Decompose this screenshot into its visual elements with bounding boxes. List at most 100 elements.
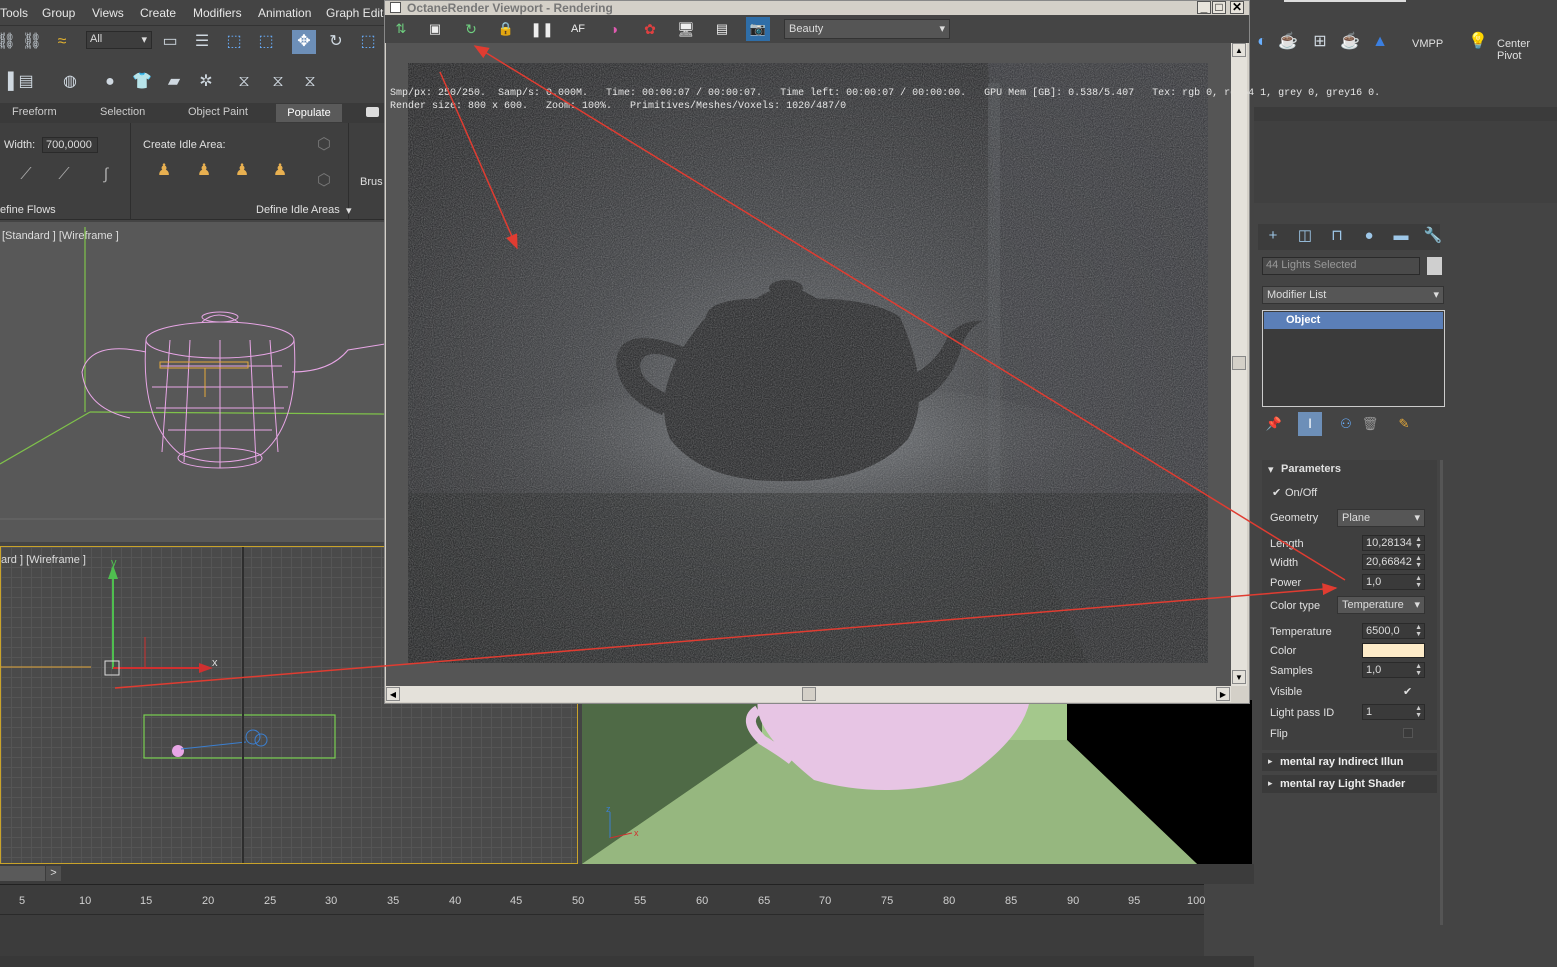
- window-titlebar[interactable]: OctaneRender Viewport - Rendering _ □ ✕: [385, 1, 1249, 15]
- close-icon[interactable]: ✕: [1230, 1, 1244, 14]
- center-pivot-label[interactable]: Center Pivot: [1497, 38, 1557, 62]
- send-scene-icon[interactable]: ⇅: [389, 17, 413, 41]
- modifier-list-dropdown[interactable]: Modifier List: [1262, 286, 1444, 304]
- width-input[interactable]: 700,0000: [42, 137, 98, 153]
- tab-object-paint[interactable]: Object Paint: [188, 106, 248, 118]
- autofocus-icon[interactable]: AF: [566, 17, 590, 41]
- clear-icon[interactable]: ▣: [423, 17, 447, 41]
- render-production-icon[interactable]: ⧖: [298, 70, 322, 94]
- panel-scrollbar[interactable]: [1440, 460, 1443, 925]
- geometry-dropdown[interactable]: Plane: [1337, 509, 1425, 527]
- menu-views[interactable]: Views: [92, 6, 124, 20]
- horizontal-scrollbar[interactable]: ◀ ▶: [386, 686, 1231, 702]
- idle-area-free-icon[interactable]: ♟: [230, 159, 254, 183]
- viewport-camera[interactable]: z x: [582, 700, 1252, 864]
- define-idle-areas-label[interactable]: Define Idle Areas: [256, 204, 340, 216]
- maximize-icon[interactable]: □: [1212, 1, 1226, 14]
- idle-area-rect-icon[interactable]: ♟: [268, 159, 292, 183]
- octane-render-window[interactable]: OctaneRender Viewport - Rendering _ □ ✕ …: [384, 0, 1380, 704]
- scroll-left-icon[interactable]: ◀: [386, 687, 400, 701]
- spinner-icon[interactable]: ▲ ▼: [1415, 624, 1422, 638]
- select-object-icon[interactable]: ▭: [158, 30, 182, 54]
- color-type-dropdown[interactable]: Temperature: [1337, 596, 1425, 614]
- show-end-result-icon[interactable]: Ⅰ: [1298, 412, 1322, 436]
- object-name-field[interactable]: 44 Lights Selected: [1262, 257, 1420, 275]
- pin-stack-icon[interactable]: 📌: [1262, 412, 1286, 436]
- tab-populate[interactable]: Populate: [276, 104, 342, 122]
- parameters-title[interactable]: Parameters: [1281, 463, 1341, 475]
- grid-icon[interactable]: ⊞: [1308, 30, 1332, 54]
- rollout-light-shader[interactable]: mental ray Light Shader: [1262, 775, 1437, 793]
- save-image-icon[interactable]: ▤: [710, 17, 734, 41]
- light-bulb-icon[interactable]: 💡: [1466, 30, 1490, 54]
- spinner-icon[interactable]: ▲ ▼: [1415, 575, 1422, 589]
- chevron-right-icon[interactable]: ▸: [1268, 778, 1273, 789]
- tab-freeform[interactable]: Freeform: [12, 106, 57, 118]
- create-tab-icon[interactable]: +: [1262, 225, 1284, 247]
- spinner-icon[interactable]: ▲ ▼: [1415, 536, 1422, 550]
- remove-modifier-icon[interactable]: 🗑: [1358, 412, 1382, 436]
- motion-tab-icon[interactable]: ●: [1358, 225, 1380, 247]
- pause-icon[interactable]: ❚❚: [530, 17, 554, 41]
- curve-flow-icon[interactable]: ∫: [94, 163, 118, 187]
- ribbon-minimize-icon[interactable]: [366, 107, 379, 117]
- material-editor-icon[interactable]: ◍: [58, 70, 82, 94]
- render-teapot-icon[interactable]: ☕: [1276, 30, 1300, 54]
- scroll-right-icon[interactable]: ▶: [1216, 687, 1230, 701]
- menu-graph-editors[interactable]: Graph Edito: [326, 6, 390, 20]
- utilities-tab-icon[interactable]: 🔧: [1422, 225, 1444, 247]
- define-flows-label[interactable]: efine Flows: [0, 204, 56, 216]
- spinner-icon[interactable]: ▲ ▼: [1415, 705, 1422, 719]
- rollout-indirect-illum[interactable]: mental ray Indirect Illun: [1262, 753, 1437, 771]
- frame-ruler[interactable]: 5 10 15 20 25 30 35 40 45 50 55 60 65 70…: [0, 895, 1205, 913]
- rotate-icon[interactable]: ↻: [324, 30, 348, 54]
- scroll-down-icon[interactable]: ▼: [1232, 670, 1246, 684]
- menu-animation[interactable]: Animation: [258, 6, 311, 20]
- menu-group[interactable]: Group: [42, 6, 75, 20]
- layer-explorer-icon[interactable]: ▤: [14, 70, 38, 94]
- shirt-icon[interactable]: 👕: [130, 70, 154, 94]
- selection-filter-dropdown[interactable]: All ▾: [86, 31, 152, 49]
- render-pass-dropdown[interactable]: Beauty: [784, 19, 950, 39]
- render-setup-icon[interactable]: ⧖: [232, 70, 256, 94]
- region-render-icon[interactable]: ✿: [638, 17, 662, 41]
- time-slider[interactable]: [0, 866, 45, 881]
- restart-icon[interactable]: ↻: [459, 17, 483, 41]
- render-viewport[interactable]: Smp/px: 250/250. Samp/s: 0.000M. Time: 0…: [386, 43, 1380, 686]
- window-crossing-icon[interactable]: ⬚: [254, 30, 278, 54]
- minimize-icon[interactable]: _: [1197, 1, 1211, 14]
- spinner-icon[interactable]: ▲ ▼: [1415, 555, 1422, 569]
- power-input[interactable]: 1,0 ▲ ▼: [1362, 574, 1425, 590]
- length-input[interactable]: 10,28134 ▲ ▼: [1362, 535, 1425, 551]
- bind-spacewarp-icon[interactable]: ≈: [50, 30, 74, 54]
- lock-icon[interactable]: 🔒: [494, 17, 518, 41]
- display-tab-icon[interactable]: ▬: [1390, 225, 1412, 247]
- samples-input[interactable]: 1,0 ▲ ▼: [1362, 662, 1425, 678]
- shader-ball-icon[interactable]: ◐: [1250, 30, 1274, 54]
- vertical-scrollbar[interactable]: ▲ ▼: [1231, 43, 1247, 686]
- camera-icon[interactable]: 📷: [746, 17, 770, 41]
- width-input[interactable]: 20,66842 ▲ ▼: [1362, 554, 1425, 570]
- scroll-up-icon[interactable]: ▲: [1232, 43, 1246, 57]
- menu-tools[interactable]: Tools: [0, 6, 28, 20]
- subtract-area-icon[interactable]: ⬡: [312, 169, 336, 193]
- sphere-icon[interactable]: ●: [98, 70, 122, 94]
- light-pass-input[interactable]: 1 ▲ ▼: [1362, 704, 1425, 720]
- make-unique-icon[interactable]: ⚇: [1334, 412, 1358, 436]
- chevron-right-icon[interactable]: ▸: [1268, 756, 1273, 767]
- unlink-icon[interactable]: ⛓: [20, 30, 44, 54]
- menu-create[interactable]: Create: [140, 6, 176, 20]
- select-by-name-icon[interactable]: ☰: [190, 30, 214, 54]
- rect-selection-icon[interactable]: ⬚: [222, 30, 246, 54]
- display-icon[interactable]: 🖥: [674, 17, 698, 41]
- object-color-swatch[interactable]: [1427, 257, 1442, 275]
- add-area-icon[interactable]: ⬡: [312, 133, 336, 157]
- render-cone-icon[interactable]: ▲: [1368, 30, 1392, 54]
- modify-tab-icon[interactable]: ◫: [1294, 225, 1316, 247]
- render-frame-icon[interactable]: ⧖: [266, 70, 290, 94]
- scroll-thumb[interactable]: [802, 687, 816, 701]
- hierarchy-tab-icon[interactable]: ⊓: [1326, 225, 1348, 247]
- particle-icon[interactable]: ✲: [194, 70, 218, 94]
- rollout-collapse-icon[interactable]: ▾: [1268, 463, 1274, 476]
- chevron-down-icon[interactable]: ▾: [346, 204, 352, 217]
